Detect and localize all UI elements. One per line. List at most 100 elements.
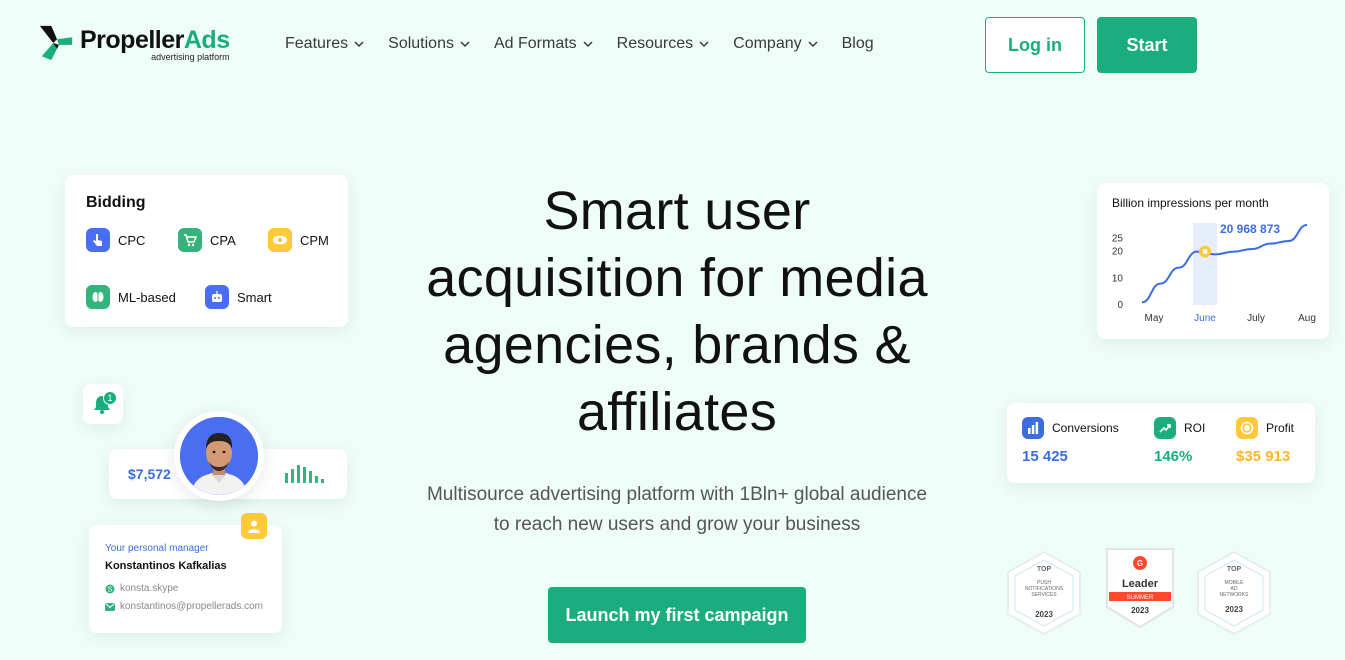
- bidding-label: CPC: [118, 232, 146, 248]
- stat-label: ROI: [1184, 421, 1206, 435]
- manager-skype-text: konsta.skype: [120, 583, 179, 594]
- nav-label: Resources: [616, 35, 694, 52]
- hero-subtitle: Multisource advertising platform with 1B…: [377, 480, 977, 540]
- mail-icon: [105, 602, 115, 611]
- award-badge-push-notifications: TOP PUSH NOTIFICATIONS SERVICES 2023: [1007, 550, 1081, 636]
- stat-profit: Profit $35 913: [1236, 417, 1294, 465]
- chart-title: Billion impressions per month: [1112, 196, 1269, 210]
- hero-subtitle-line: to reach new users and grow your busines…: [493, 514, 861, 535]
- hero-subtitle-line: Multisource advertising platform with 1B…: [426, 484, 928, 505]
- bidding-item-ml-based: ML-based: [86, 285, 176, 309]
- svg-text:S: S: [108, 586, 113, 593]
- eye-icon: [268, 228, 292, 252]
- bidding-item-cpc: CPC: [86, 228, 145, 252]
- manager-name: Konstantinos Kafkalias: [105, 560, 227, 572]
- svg-text:G: G: [1137, 559, 1143, 568]
- nav-ad-formats[interactable]: Ad Formats: [494, 35, 593, 53]
- award-year: 2023: [1131, 606, 1149, 615]
- stat-label: Conversions: [1052, 421, 1119, 435]
- notification-badge: 1: [103, 391, 117, 405]
- notification-card[interactable]: 1: [83, 384, 123, 424]
- chart-y-tick-label: 25: [1112, 233, 1124, 244]
- logo-brand-accent: Ads: [183, 26, 230, 54]
- chart-x-tick-label: July: [1247, 313, 1265, 324]
- chart-y-tick-label: 10: [1112, 273, 1124, 284]
- earnings-amount: $7,572: [128, 466, 171, 482]
- stats-card: Conversions 15 425 ROI 146% Profit $35 9…: [1007, 403, 1315, 483]
- user-icon: [241, 513, 267, 539]
- pointer-icon: [86, 228, 110, 252]
- chart-y-tick-label: 0: [1117, 300, 1123, 311]
- coin-icon: [1236, 417, 1258, 439]
- chart-point-marker-center: [1202, 249, 1208, 255]
- impressions-chart-card: Billion impressions per month 0 10 20 25 May…: [1097, 183, 1329, 339]
- bar-chart-icon: [1022, 417, 1044, 439]
- main-nav: Features Solutions Ad Formats Resources …: [285, 35, 898, 53]
- award-badge-mobile-ad-networks: TOP MOBILE AD NETWORKS 2023: [1197, 550, 1271, 636]
- chart-x-tick-label: Aug: [1298, 313, 1316, 324]
- award-top: TOP: [1227, 566, 1242, 573]
- bidding-item-cpm: CPM: [268, 228, 329, 252]
- chevron-down-icon: [699, 41, 709, 48]
- stat-value: 15 425: [1022, 448, 1068, 465]
- chevron-down-icon: [460, 41, 470, 48]
- manager-email[interactable]: konstantinos@propellerads.com: [105, 601, 263, 612]
- award-year: 2023: [1225, 605, 1243, 614]
- chevron-down-icon: [583, 41, 593, 48]
- nav-solutions[interactable]: Solutions: [388, 35, 470, 53]
- award-line: SUMMER: [1127, 595, 1154, 601]
- avatar: [174, 411, 264, 501]
- nav-features[interactable]: Features: [285, 35, 364, 53]
- stat-roi: ROI 146%: [1154, 417, 1205, 465]
- bidding-label: Smart: [237, 289, 272, 305]
- robot-icon: [205, 285, 229, 309]
- brain-icon: [86, 285, 110, 309]
- trend-up-icon: [1154, 417, 1176, 439]
- award-year: 2023: [1035, 610, 1053, 619]
- chart-series-line: [1141, 224, 1308, 304]
- bidding-card: Bidding CPC CPA CPM ML-based Smart: [65, 175, 348, 327]
- chevron-down-icon: [354, 41, 364, 48]
- login-button[interactable]: Log in: [985, 17, 1085, 73]
- award-line: Leader: [1122, 578, 1159, 590]
- hero-title-line: Smart user: [543, 181, 811, 241]
- skype-icon: S: [105, 584, 115, 593]
- stat-label: Profit: [1266, 421, 1295, 435]
- nav-blog[interactable]: Blog: [842, 35, 874, 53]
- hero-title: Smart user acquisition for media agencie…: [377, 178, 977, 446]
- nav-resources[interactable]: Resources: [617, 35, 709, 53]
- hero-title-line: acquisition for media: [426, 248, 928, 308]
- bidding-item-smart: Smart: [205, 285, 272, 309]
- award-line: NETWORKS: [1220, 592, 1250, 598]
- nav-label: Solutions: [388, 35, 454, 52]
- bidding-label: CPA: [210, 232, 236, 248]
- impressions-line-chart: 0 10 20 25 May June July Aug 20 968 873: [1112, 222, 1316, 324]
- start-button[interactable]: Start: [1097, 17, 1197, 73]
- cart-icon: [178, 228, 202, 252]
- bidding-label: CPM: [300, 232, 329, 248]
- bidding-title: Bidding: [86, 194, 146, 211]
- nav-label: Features: [285, 35, 349, 52]
- award-line: SERVICES: [1031, 592, 1057, 598]
- chart-y-tick-label: 20: [1112, 247, 1124, 258]
- chart-highlight-band: [1193, 223, 1217, 305]
- hero-title-line: affiliates: [576, 382, 778, 442]
- nav-label: Blog: [841, 35, 874, 52]
- nav-company[interactable]: Company: [733, 35, 818, 53]
- hero-title-line: agencies, brands &: [443, 315, 911, 375]
- logo[interactable]: PropellerAds advertising platform: [38, 24, 230, 62]
- manager-label: Your personal manager: [105, 543, 209, 554]
- award-top: TOP: [1037, 566, 1052, 573]
- person-photo-icon: [180, 417, 258, 495]
- launch-campaign-button[interactable]: Launch my first campaign: [548, 587, 806, 643]
- bidding-item-cpa: CPA: [178, 228, 236, 252]
- logo-tagline: advertising platform: [151, 52, 230, 62]
- award-badge-g2-leader: G Leader SUMMER 2023: [1106, 548, 1174, 629]
- stat-value: 146%: [1154, 448, 1193, 465]
- manager-skype[interactable]: S konsta.skype: [105, 583, 178, 594]
- propeller-logo-icon: [39, 25, 73, 61]
- manager-email-text: konstantinos@propellerads.com: [120, 601, 264, 612]
- stat-value: $35 913: [1236, 448, 1291, 465]
- stat-conversions: Conversions 15 425: [1022, 417, 1119, 465]
- chart-annotation: 20 968 873: [1220, 222, 1280, 236]
